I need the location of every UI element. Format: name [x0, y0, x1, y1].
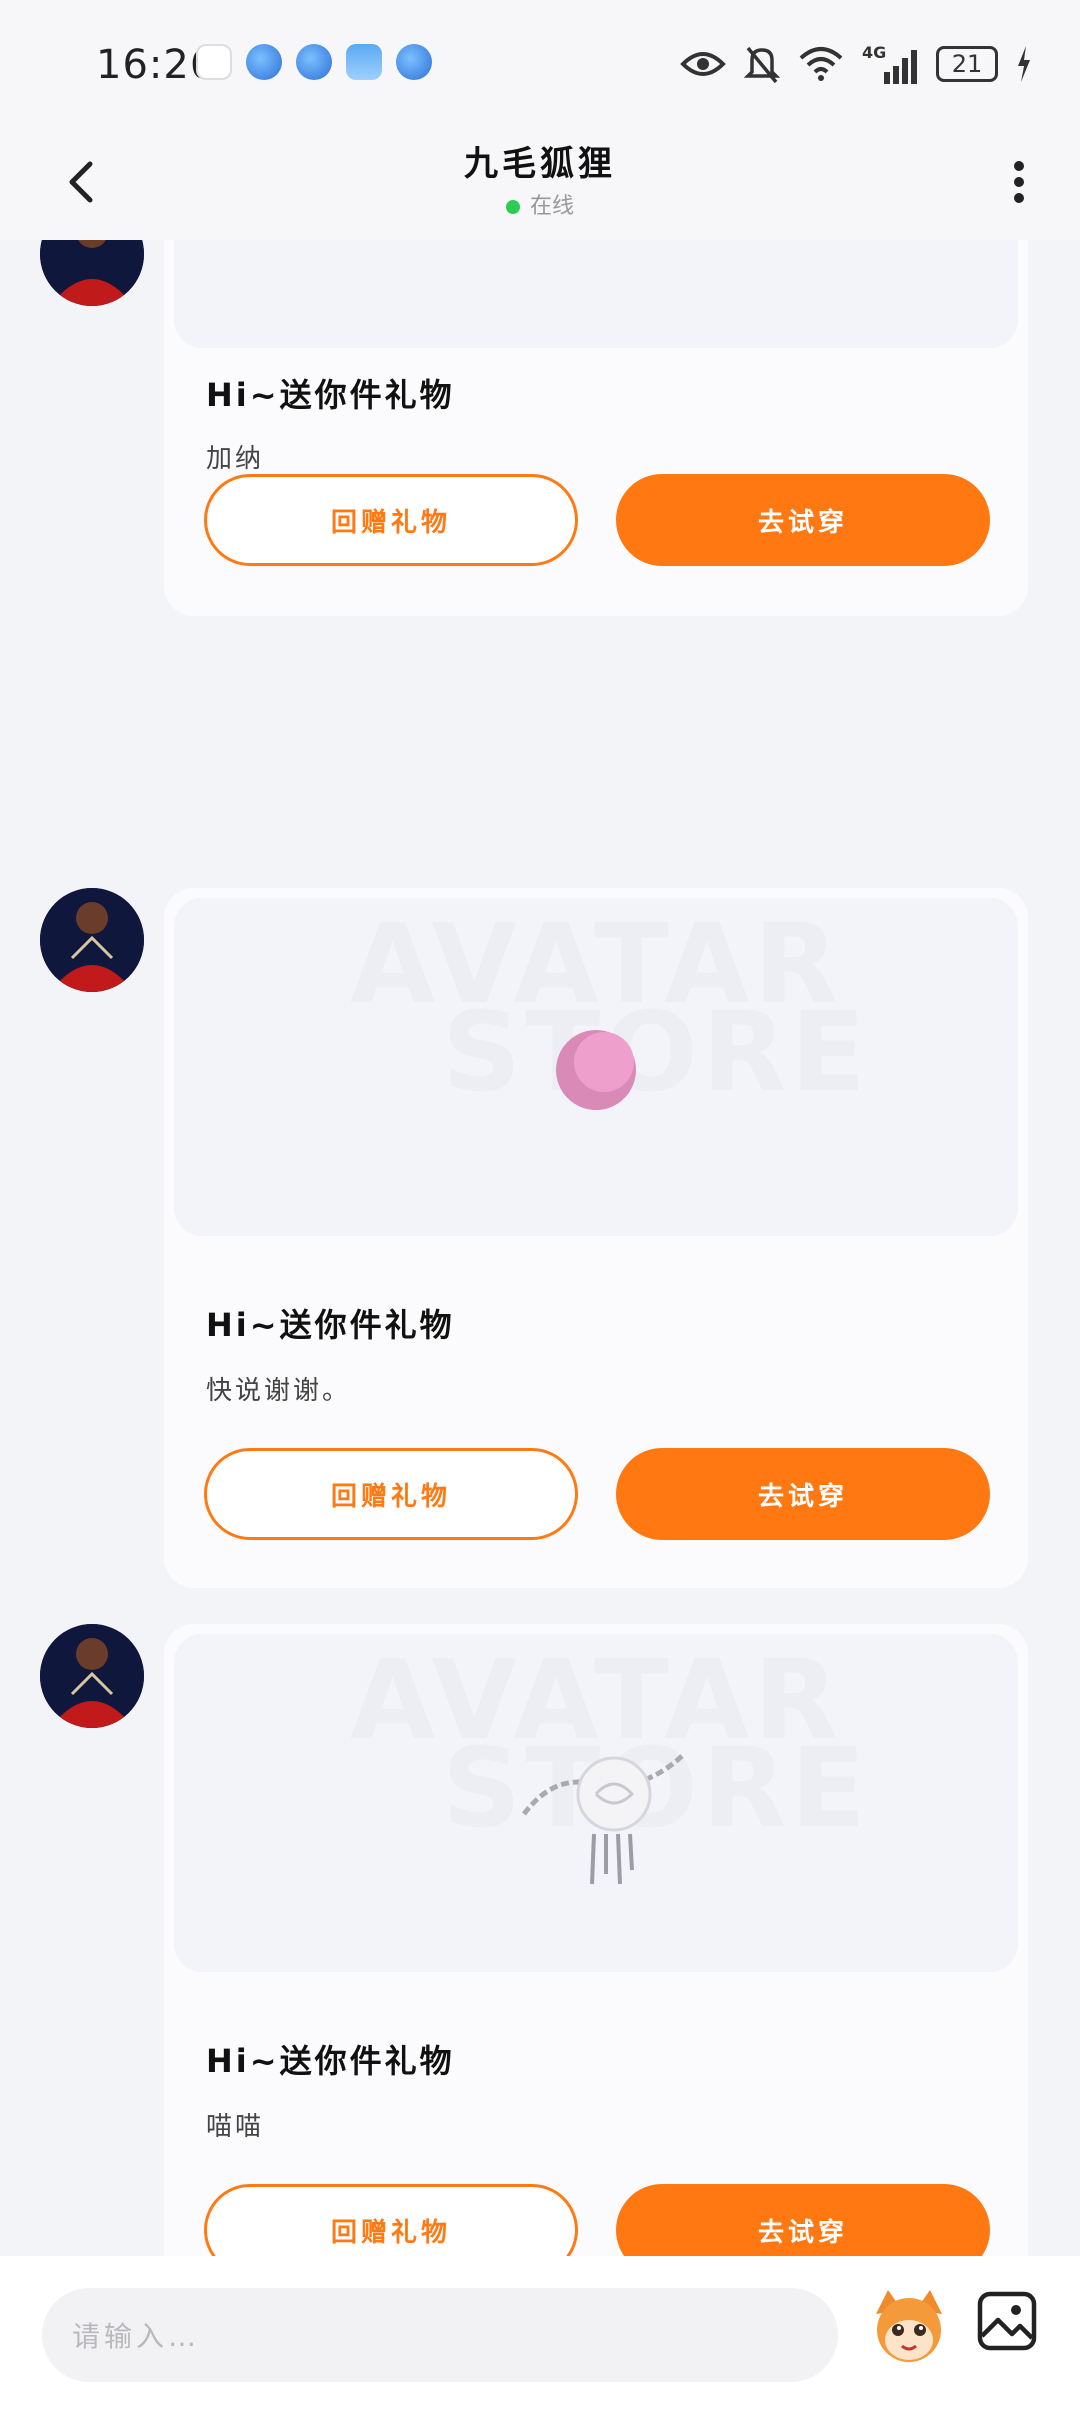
gift-image: AVATAR STORE — [174, 898, 1018, 1236]
gift-message-text: 喵喵 — [206, 2112, 265, 2142]
weather-icon — [346, 44, 382, 80]
svg-text:4G: 4G — [862, 44, 886, 62]
online-dot-icon — [505, 200, 520, 214]
charging-icon — [1018, 46, 1030, 82]
try-on-button[interactable]: 去试穿 — [616, 474, 990, 566]
return-gift-button[interactable]: 回赠礼物 — [204, 1448, 578, 1540]
signal-icon: 4G — [862, 44, 917, 84]
battery-level: 21 — [951, 50, 983, 78]
try-on-button[interactable]: 去试穿 — [616, 1448, 990, 1540]
message-input-bar: 请输入… — [0, 2256, 1080, 2412]
online-status: 在线 — [0, 188, 1080, 220]
browser-icon — [246, 44, 282, 80]
sender-avatar[interactable] — [40, 240, 144, 306]
fox-sticker-button[interactable] — [868, 2284, 950, 2366]
online-status-label: 在线 — [529, 194, 574, 219]
gift-message-card: AVATAR STORE Hi~送你件礼物 喵喵 回赠礼物 去试穿 — [164, 1624, 1028, 2256]
more-menu-button[interactable] — [1004, 152, 1034, 212]
status-system-icons: 4G 21 — [680, 44, 1032, 84]
battery-icon: 21 — [936, 46, 998, 82]
gift-image: AVATAR STORE — [174, 240, 1018, 348]
gift-message-text: 加纳 — [206, 444, 265, 474]
eye-icon — [680, 52, 726, 76]
return-gift-button[interactable]: 回赠礼物 — [204, 2184, 578, 2256]
gift-message-title: Hi~送你件礼物 — [206, 376, 455, 414]
sender-avatar[interactable] — [40, 888, 144, 992]
chat-message-list[interactable]: AVATAR STORE Hi~送你件礼物 加纳 回赠礼物 去试穿 AVATAR… — [0, 240, 1080, 2256]
gift-image: AVATAR STORE — [174, 1634, 1018, 1972]
gift-message-text: 快说谢谢。 — [206, 1376, 352, 1406]
gift-message-card: AVATAR STORE Hi~送你件礼物 加纳 回赠礼物 去试穿 — [164, 240, 1028, 616]
mute-bell-icon — [744, 46, 780, 84]
gift-message-title: Hi~送你件礼物 — [206, 2042, 455, 2080]
wifi-icon — [799, 47, 843, 81]
browser-icon — [396, 44, 432, 80]
watermark-line2: STORE — [442, 988, 870, 1116]
chat-header: 九毛狐狸 在线 — [0, 130, 1080, 240]
sender-avatar[interactable] — [40, 1624, 144, 1728]
status-app-icons — [196, 44, 432, 80]
pink-ball-icon — [556, 1030, 636, 1110]
return-gift-button[interactable]: 回赠礼物 — [204, 474, 578, 566]
gift-message-title: Hi~送你件礼物 — [206, 1306, 455, 1344]
gift-message-card: AVATAR STORE Hi~送你件礼物 快说谢谢。 回赠礼物 去试穿 — [164, 888, 1028, 1588]
calendar-icon — [196, 44, 232, 80]
browser-icon — [296, 44, 332, 80]
image-picker-button[interactable] — [976, 2290, 1038, 2352]
try-on-button[interactable]: 去试穿 — [616, 2184, 990, 2256]
message-input[interactable]: 请输入… — [42, 2288, 838, 2382]
rose-bracelet-icon — [522, 1752, 686, 1885]
status-bar: 16:26 4G 21 — [0, 0, 1080, 130]
contact-name: 九毛狐狸 — [464, 144, 616, 184]
